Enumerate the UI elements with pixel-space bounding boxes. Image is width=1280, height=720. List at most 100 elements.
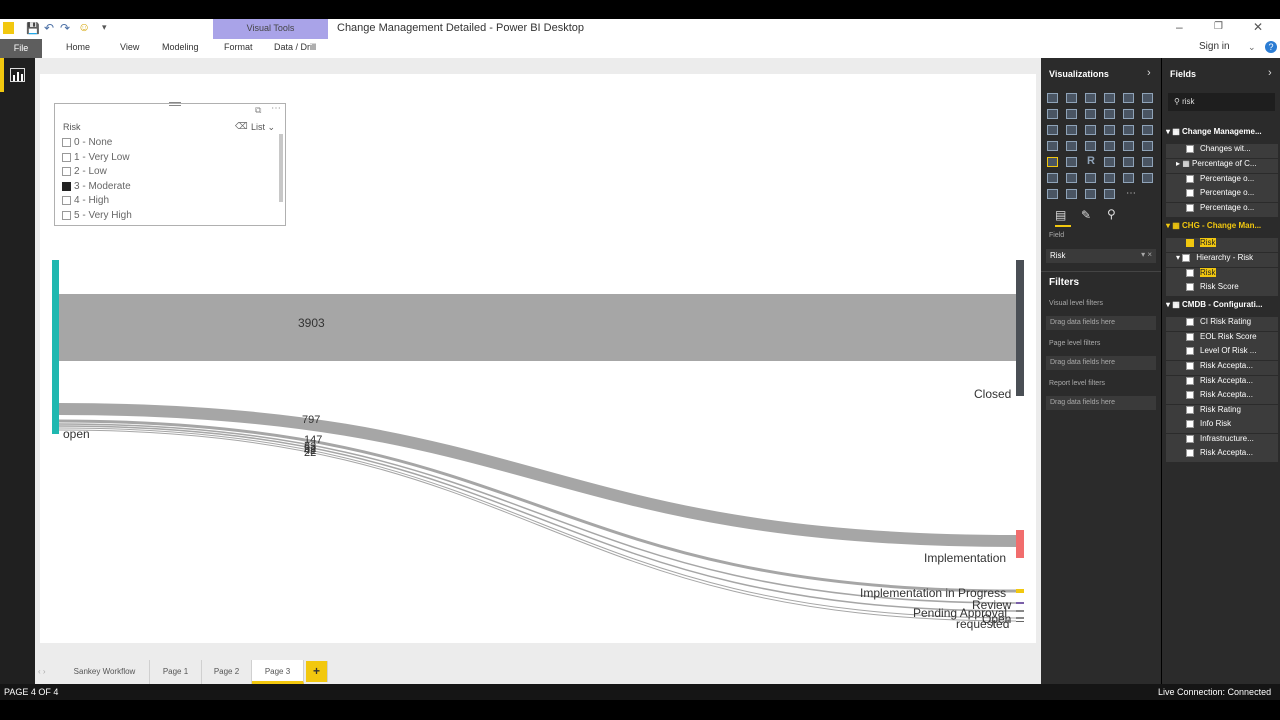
stacked-area-chart-icon[interactable] (1085, 109, 1096, 119)
node-pending-approval[interactable] (1016, 610, 1024, 612)
field-risk-accepta-4[interactable]: Risk Accepta... (1166, 448, 1278, 462)
report-filters-drop-zone[interactable]: Drag data fields here (1046, 396, 1156, 410)
visual-filters-drop-zone[interactable]: Drag data fields here (1046, 316, 1156, 330)
clustered-bar-chart-icon[interactable] (1085, 93, 1096, 103)
more-visuals-icon[interactable]: ⋯ (1126, 188, 1136, 199)
clustered-column-chart-icon[interactable] (1104, 93, 1115, 103)
multi-row-card-icon[interactable] (1123, 141, 1134, 151)
fields-title: Fields (1170, 69, 1197, 79)
flow-value-implementation: 797 (302, 414, 321, 426)
custom-visual-icon[interactable] (1047, 173, 1058, 183)
field-risk-score[interactable]: Risk Score (1166, 282, 1278, 296)
field-risk-checked[interactable]: Risk (1166, 238, 1278, 252)
fields-pane: Fields › ⚲ risk ▾ ▦ Change Manageme... C… (1162, 58, 1280, 684)
field-percentage-o-2[interactable]: Percentage o... (1166, 188, 1278, 202)
timeline-icon[interactable] (1104, 173, 1115, 183)
gauge-icon[interactable] (1085, 141, 1096, 151)
group-percentage-of-c[interactable]: ▸ ▦ Percentage of C... (1166, 159, 1278, 173)
fields-tab-icon[interactable]: ▤ (1055, 208, 1066, 222)
node-closed[interactable] (1016, 260, 1024, 396)
field-risk-accepta-1[interactable]: Risk Accepta... (1166, 361, 1278, 375)
bullet-chart-icon[interactable] (1047, 189, 1058, 199)
fields-search-input[interactable]: ⚲ risk (1168, 93, 1275, 111)
node-open[interactable] (52, 260, 59, 434)
hierarchy-risk[interactable]: ▾ Hierarchy - Risk (1166, 253, 1278, 267)
format-roller-icon[interactable]: ✎ (1081, 208, 1091, 222)
field-risk-rating[interactable]: Risk Rating (1166, 405, 1278, 419)
search-icon: ⚲ (1174, 97, 1180, 106)
calendar-icon[interactable] (1066, 189, 1077, 199)
field-infrastructure[interactable]: Infrastructure... (1166, 434, 1278, 448)
globe-icon[interactable] (1142, 157, 1153, 167)
stacked-column-chart-icon[interactable] (1066, 93, 1077, 103)
r-script-icon[interactable]: R (1087, 155, 1095, 167)
node-review[interactable] (1016, 602, 1024, 604)
funnel-icon[interactable] (1066, 141, 1077, 151)
line-column-chart-icon[interactable] (1104, 109, 1115, 119)
matrix-icon[interactable] (1142, 125, 1153, 135)
stacked-bar-chart-icon[interactable] (1047, 93, 1058, 103)
analytics-magnifier-icon[interactable]: ⚲ (1107, 207, 1116, 221)
treemap-icon[interactable] (1085, 125, 1096, 135)
tab-sankey-workflow[interactable]: Sankey Workflow (60, 660, 150, 684)
node-implementation-in-progress[interactable] (1016, 589, 1024, 593)
collapse-pane-icon[interactable]: › (1147, 67, 1151, 79)
node-label-open: open (63, 427, 90, 441)
waterfall-icon[interactable] (1104, 157, 1115, 167)
table-icon[interactable] (1123, 125, 1134, 135)
table-cmdb-configuration[interactable]: ▾ ▦ CMDB - Configurati... (1166, 300, 1278, 314)
field-well-value[interactable]: Risk ▾ × (1046, 249, 1156, 263)
tabs-scroll-left-icon[interactable]: ‹ › (38, 667, 46, 676)
flow-review[interactable] (58, 423, 1017, 604)
field-percentage-o-3[interactable]: Percentage o... (1166, 203, 1278, 217)
remove-field-icon[interactable]: ▾ × (1141, 250, 1152, 259)
page-filters-drop-zone[interactable]: Drag data fields here (1046, 356, 1156, 370)
tab-page-3[interactable]: Page 3 (252, 660, 304, 684)
field-risk-accepta-3[interactable]: Risk Accepta... (1166, 390, 1278, 404)
field-level-of-risk[interactable]: Level Of Risk ... (1166, 346, 1278, 360)
node-requested[interactable] (1016, 621, 1024, 622)
100-column-chart-icon[interactable] (1142, 93, 1153, 103)
slicer-visual-icon[interactable] (1047, 157, 1058, 167)
scatter-chart-icon[interactable] (1047, 125, 1058, 135)
chord-icon[interactable] (1066, 173, 1077, 183)
flow-closed[interactable] (59, 294, 1016, 361)
add-page-button[interactable]: + (306, 661, 328, 682)
card-icon[interactable] (1104, 141, 1115, 151)
scatter-custom-icon[interactable] (1142, 173, 1153, 183)
node-implementation[interactable] (1016, 530, 1024, 558)
tab-page-1[interactable]: Page 1 (150, 660, 202, 684)
report-level-filters-label: Report level filters (1049, 380, 1106, 387)
field-eol-risk-score[interactable]: EOL Risk Score (1166, 332, 1278, 346)
table-change-management[interactable]: ▾ ▦ Change Manageme... (1166, 127, 1278, 141)
status-bar: PAGE 4 OF 4 Live Connection: Connected (0, 684, 1280, 700)
field-changes-wit[interactable]: Changes wit... (1166, 144, 1278, 158)
field-info-risk[interactable]: Info Risk (1166, 419, 1278, 433)
100-bar-chart-icon[interactable] (1123, 93, 1134, 103)
flow-pending-approval[interactable] (58, 425, 1017, 612)
field-ci-risk-rating[interactable]: CI Risk Rating (1166, 317, 1278, 331)
ribbon-chart-icon[interactable] (1142, 109, 1153, 119)
node-open-target[interactable] (1016, 617, 1024, 619)
field-risk-accepta-2[interactable]: Risk Accepta... (1166, 376, 1278, 390)
field-risk[interactable]: Risk (1166, 268, 1278, 282)
donut-chart-icon[interactable] (1066, 157, 1077, 167)
tab-page-2[interactable]: Page 2 (202, 660, 252, 684)
grid-visual-icon[interactable] (1085, 189, 1096, 199)
flow-implementation-in-progress[interactable] (58, 419, 1017, 593)
filled-map-icon[interactable] (1047, 141, 1058, 151)
line-chart-icon[interactable] (1047, 109, 1058, 119)
area-chart-icon[interactable] (1066, 109, 1077, 119)
kpi-icon[interactable] (1142, 141, 1153, 151)
collapse-fields-icon[interactable]: › (1268, 67, 1272, 79)
field-percentage-o-1[interactable]: Percentage o... (1166, 174, 1278, 188)
map-icon[interactable] (1104, 125, 1115, 135)
shape-map-icon[interactable] (1123, 157, 1134, 167)
flow-implementation[interactable] (58, 403, 1017, 547)
hierarchy-slicer-icon[interactable] (1104, 189, 1115, 199)
table-chg-change-man[interactable]: ▾ ▦ CHG - Change Man... (1166, 221, 1278, 235)
heatmap-icon[interactable] (1123, 173, 1134, 183)
sankey-icon[interactable] (1085, 173, 1096, 183)
pie-chart-icon[interactable] (1066, 125, 1077, 135)
line-clustered-column-icon[interactable] (1123, 109, 1134, 119)
